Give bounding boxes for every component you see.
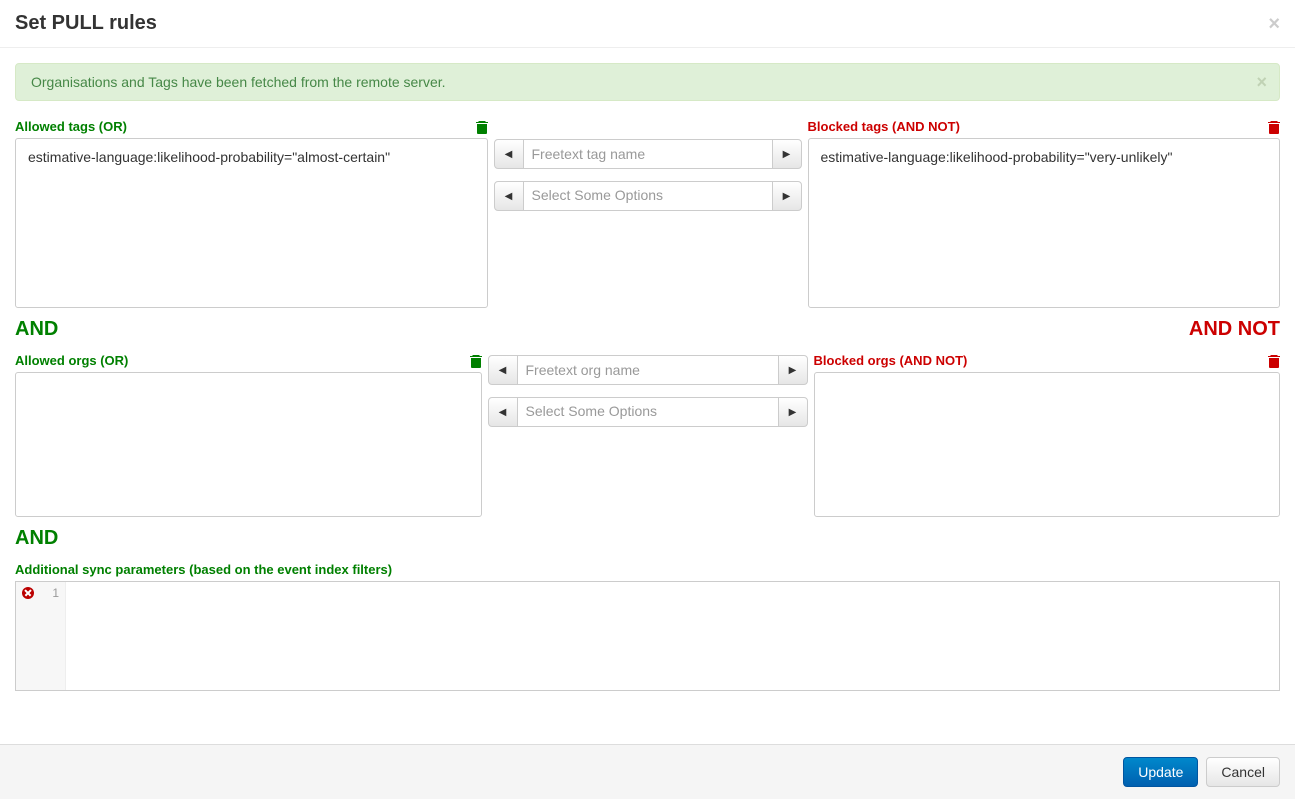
move-right-icon[interactable]: ▶ — [772, 139, 802, 169]
freetext-tag-picker: ◀ ▶ — [494, 139, 802, 169]
move-left-icon[interactable]: ◀ — [488, 355, 518, 385]
operator-and-not: AND NOT — [1189, 318, 1280, 341]
move-right-icon[interactable]: ▶ — [778, 397, 808, 427]
blocked-orgs-header: Blocked orgs (AND NOT) — [814, 353, 1281, 368]
allowed-tags-header: Allowed tags (OR) — [15, 119, 488, 134]
code-area[interactable] — [66, 582, 1279, 690]
freetext-org-picker: ◀ ▶ — [488, 355, 808, 385]
allowed-tag-item[interactable]: estimative-language:likelihood-probabili… — [28, 149, 475, 165]
freetext-org-input[interactable] — [518, 355, 778, 385]
operator-row-tags: AND AND NOT — [15, 318, 1280, 341]
error-icon[interactable] — [22, 587, 34, 599]
blocked-tag-item[interactable]: estimative-language:likelihood-probabili… — [821, 149, 1268, 165]
cancel-button[interactable]: Cancel — [1206, 757, 1280, 787]
modal-header: Set PULL rules × — [0, 0, 1295, 48]
operator-and: AND — [15, 527, 58, 550]
select-org-options[interactable]: Select Some Options — [518, 397, 778, 427]
move-right-icon[interactable]: ▶ — [778, 355, 808, 385]
move-right-icon[interactable]: ▶ — [772, 181, 802, 211]
modal-title: Set PULL rules — [15, 12, 157, 35]
additional-params-label: Additional sync parameters (based on the… — [15, 562, 1280, 577]
move-left-icon[interactable]: ◀ — [494, 139, 524, 169]
alert-message: Organisations and Tags have been fetched… — [31, 74, 446, 90]
modal-body: Organisations and Tags have been fetched… — [0, 48, 1295, 744]
blocked-orgs-label: Blocked orgs (AND NOT) — [814, 353, 968, 368]
allowed-tags-box[interactable]: estimative-language:likelihood-probabili… — [15, 138, 488, 308]
allowed-tags-column: Allowed tags (OR) estimative-language:li… — [15, 119, 488, 308]
move-left-icon[interactable]: ◀ — [488, 397, 518, 427]
allowed-orgs-label: Allowed orgs (OR) — [15, 353, 128, 368]
blocked-orgs-column: Blocked orgs (AND NOT) — [814, 353, 1281, 517]
modal-footer: Update Cancel — [0, 744, 1295, 799]
tags-picker-column: ◀ ▶ ◀ Select Some Options ▶ — [494, 119, 802, 308]
code-editor: 1 — [15, 581, 1280, 691]
allowed-orgs-header: Allowed orgs (OR) — [15, 353, 482, 368]
modal-set-pull-rules: Set PULL rules × Organisations and Tags … — [0, 0, 1295, 799]
trash-icon[interactable] — [476, 120, 488, 134]
allowed-tags-label: Allowed tags (OR) — [15, 119, 127, 134]
blocked-tags-box[interactable]: estimative-language:likelihood-probabili… — [808, 138, 1281, 308]
alert-close-icon[interactable]: × — [1256, 72, 1267, 93]
operator-and: AND — [15, 318, 58, 341]
tags-row: Allowed tags (OR) estimative-language:li… — [15, 119, 1280, 308]
alert-success: Organisations and Tags have been fetched… — [15, 63, 1280, 101]
blocked-tags-header: Blocked tags (AND NOT) — [808, 119, 1281, 134]
trash-icon[interactable] — [1268, 120, 1280, 134]
line-number: 1 — [52, 586, 59, 600]
move-left-icon[interactable]: ◀ — [494, 181, 524, 211]
allowed-orgs-box[interactable] — [15, 372, 482, 517]
editor-gutter: 1 — [16, 582, 66, 690]
blocked-tags-label: Blocked tags (AND NOT) — [808, 119, 960, 134]
trash-icon[interactable] — [1268, 354, 1280, 368]
blocked-tags-column: Blocked tags (AND NOT) estimative-langua… — [808, 119, 1281, 308]
gutter-row: 1 — [22, 586, 59, 600]
select-tag-options[interactable]: Select Some Options — [524, 181, 772, 211]
select-org-picker: ◀ Select Some Options ▶ — [488, 397, 808, 427]
trash-icon[interactable] — [470, 354, 482, 368]
allowed-orgs-column: Allowed orgs (OR) — [15, 353, 482, 517]
select-tag-picker: ◀ Select Some Options ▶ — [494, 181, 802, 211]
update-button[interactable]: Update — [1123, 757, 1198, 787]
orgs-row: Allowed orgs (OR) ◀ ▶ ◀ Select Some Opti… — [15, 353, 1280, 517]
blocked-orgs-box[interactable] — [814, 372, 1281, 517]
close-icon[interactable]: × — [1268, 14, 1280, 34]
operator-row-orgs: AND — [15, 527, 1280, 550]
freetext-tag-input[interactable] — [524, 139, 772, 169]
orgs-picker-column: ◀ ▶ ◀ Select Some Options ▶ — [488, 353, 808, 517]
